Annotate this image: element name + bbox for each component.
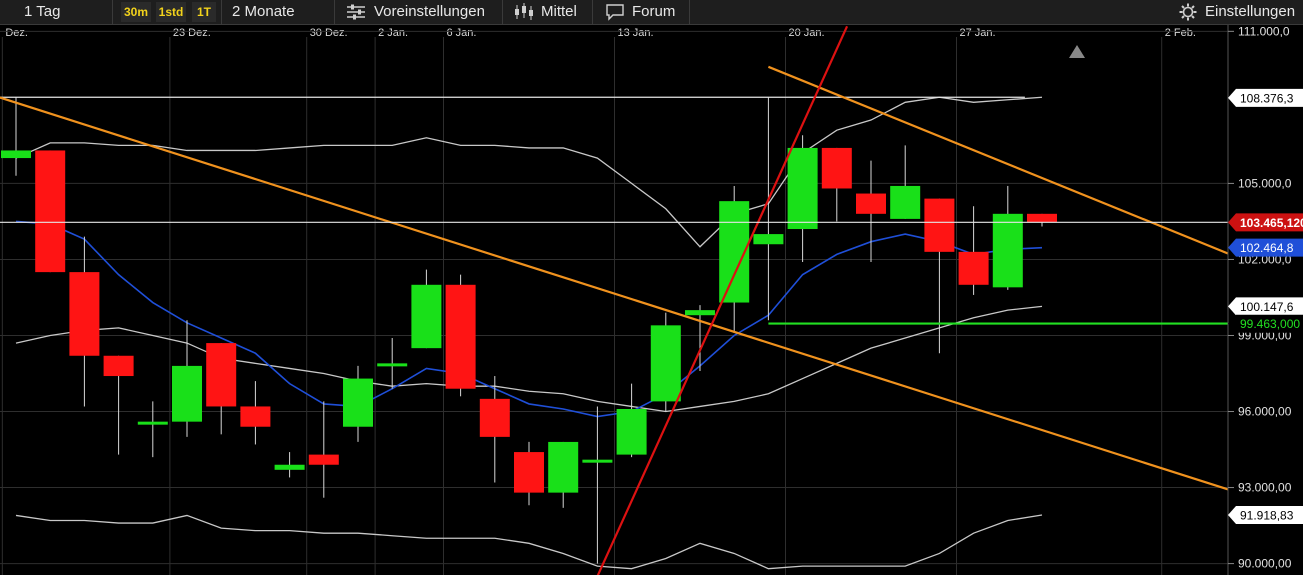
x-tick-label: 6 Jan. <box>447 27 477 39</box>
interval-1std-button[interactable]: 1std <box>156 2 186 22</box>
candle-down <box>103 355 134 377</box>
range-selector[interactable]: 2 Monate <box>232 0 295 24</box>
candlestick-icon[interactable] <box>514 0 534 24</box>
x-tick-label: 20 Jan. <box>789 27 825 39</box>
scroll-up-icon[interactable] <box>1069 45 1085 58</box>
toolbar-divider <box>502 0 503 24</box>
main-downtrend-trendline <box>0 96 1231 492</box>
candlesticks <box>1 97 1057 564</box>
candle-down <box>35 150 66 273</box>
x-tick-label: 23 Dez. <box>173 27 211 39</box>
y-tick-label: 93.000,00 <box>1238 481 1292 495</box>
candle-up <box>582 459 613 463</box>
y-tick-label: 96.000,00 <box>1238 405 1292 419</box>
candle-down <box>69 272 100 356</box>
average-menu[interactable]: Mittel <box>541 0 577 24</box>
chart-grid: Dez. 23 Dez. 30 Dez. 2 Jan. 6 Jan. 13 Jan. 20 … <box>0 27 1228 575</box>
candle-up <box>137 421 168 425</box>
x-tick-label: 27 Jan. <box>960 27 996 39</box>
settings-menu[interactable]: Einstellungen <box>1205 0 1295 24</box>
toolbar-divider <box>592 0 593 24</box>
x-tick-label: 2 Jan. <box>378 27 408 39</box>
candle-down <box>856 193 886 214</box>
gear-icon[interactable] <box>1178 0 1198 24</box>
price-label: 108.376,3 <box>1240 91 1294 105</box>
y-tick-label: 111.000,0 <box>1238 25 1290 38</box>
toolbar-divider <box>221 0 222 24</box>
sliders-icon[interactable] <box>346 0 366 24</box>
candle-up <box>992 213 1023 288</box>
candle-down <box>514 452 544 493</box>
candle-down <box>1027 213 1057 223</box>
candle-up <box>1 150 31 159</box>
forum-link[interactable]: Forum <box>632 0 675 24</box>
price-label: 91.918,83 <box>1240 508 1294 522</box>
trend-lines <box>0 25 1265 575</box>
candle-up <box>411 284 442 349</box>
candle-down <box>206 343 237 407</box>
candle-up <box>787 147 818 230</box>
price-label: 100.147,6 <box>1240 300 1294 314</box>
candle-down <box>821 147 852 189</box>
candle-up <box>377 363 408 367</box>
toolbar-divider <box>689 0 690 24</box>
y-tick-label: 90.000,00 <box>1238 557 1292 571</box>
x-tick-label: Dez. <box>5 27 28 39</box>
candle-up <box>616 408 647 455</box>
candle-up <box>753 234 784 245</box>
interval-30m-button[interactable]: 30m <box>121 2 151 22</box>
candle-down <box>958 251 989 285</box>
price-chart[interactable]: Dez. 23 Dez. 30 Dez. 2 Jan. 6 Jan. 13 Jan. 20 … <box>0 25 1303 575</box>
toolbar-divider <box>334 0 335 24</box>
x-tick-label: 30 Dez. <box>310 27 348 39</box>
period-selector[interactable]: 1 Tag <box>24 0 60 24</box>
price-axis: 111.000,0105.000,0102.000,099.000,0096.0… <box>1227 25 1303 575</box>
price-label: 102.464,8 <box>1240 241 1294 255</box>
candle-up <box>685 310 715 316</box>
chart-toolbar: 1 Tag 30m 1std 1T 2 Monate Voreinstellun… <box>0 0 1303 25</box>
presets-menu[interactable]: Voreinstellungen <box>374 0 485 24</box>
x-tick-label: 2 Feb. <box>1165 27 1196 39</box>
candle-down <box>308 454 339 465</box>
candle-up <box>548 441 579 493</box>
candle-up <box>890 185 921 219</box>
interval-1t-button[interactable]: 1T <box>192 2 216 22</box>
candle-down <box>445 284 476 389</box>
candle-up <box>274 464 305 470</box>
chat-bubble-icon[interactable] <box>605 0 625 24</box>
candle-up <box>343 378 373 427</box>
candle-up <box>650 325 681 402</box>
candle-down <box>240 406 271 427</box>
toolbar-divider <box>112 0 113 24</box>
price-label: 103.465,120 <box>1240 216 1303 230</box>
candle-down <box>479 398 510 437</box>
candle-up <box>172 365 202 422</box>
x-tick-label: 13 Jan. <box>618 27 654 39</box>
candle-down <box>924 198 955 252</box>
y-tick-label: 105.000,0 <box>1238 176 1292 190</box>
price-label: 99.463,000 <box>1240 317 1300 331</box>
